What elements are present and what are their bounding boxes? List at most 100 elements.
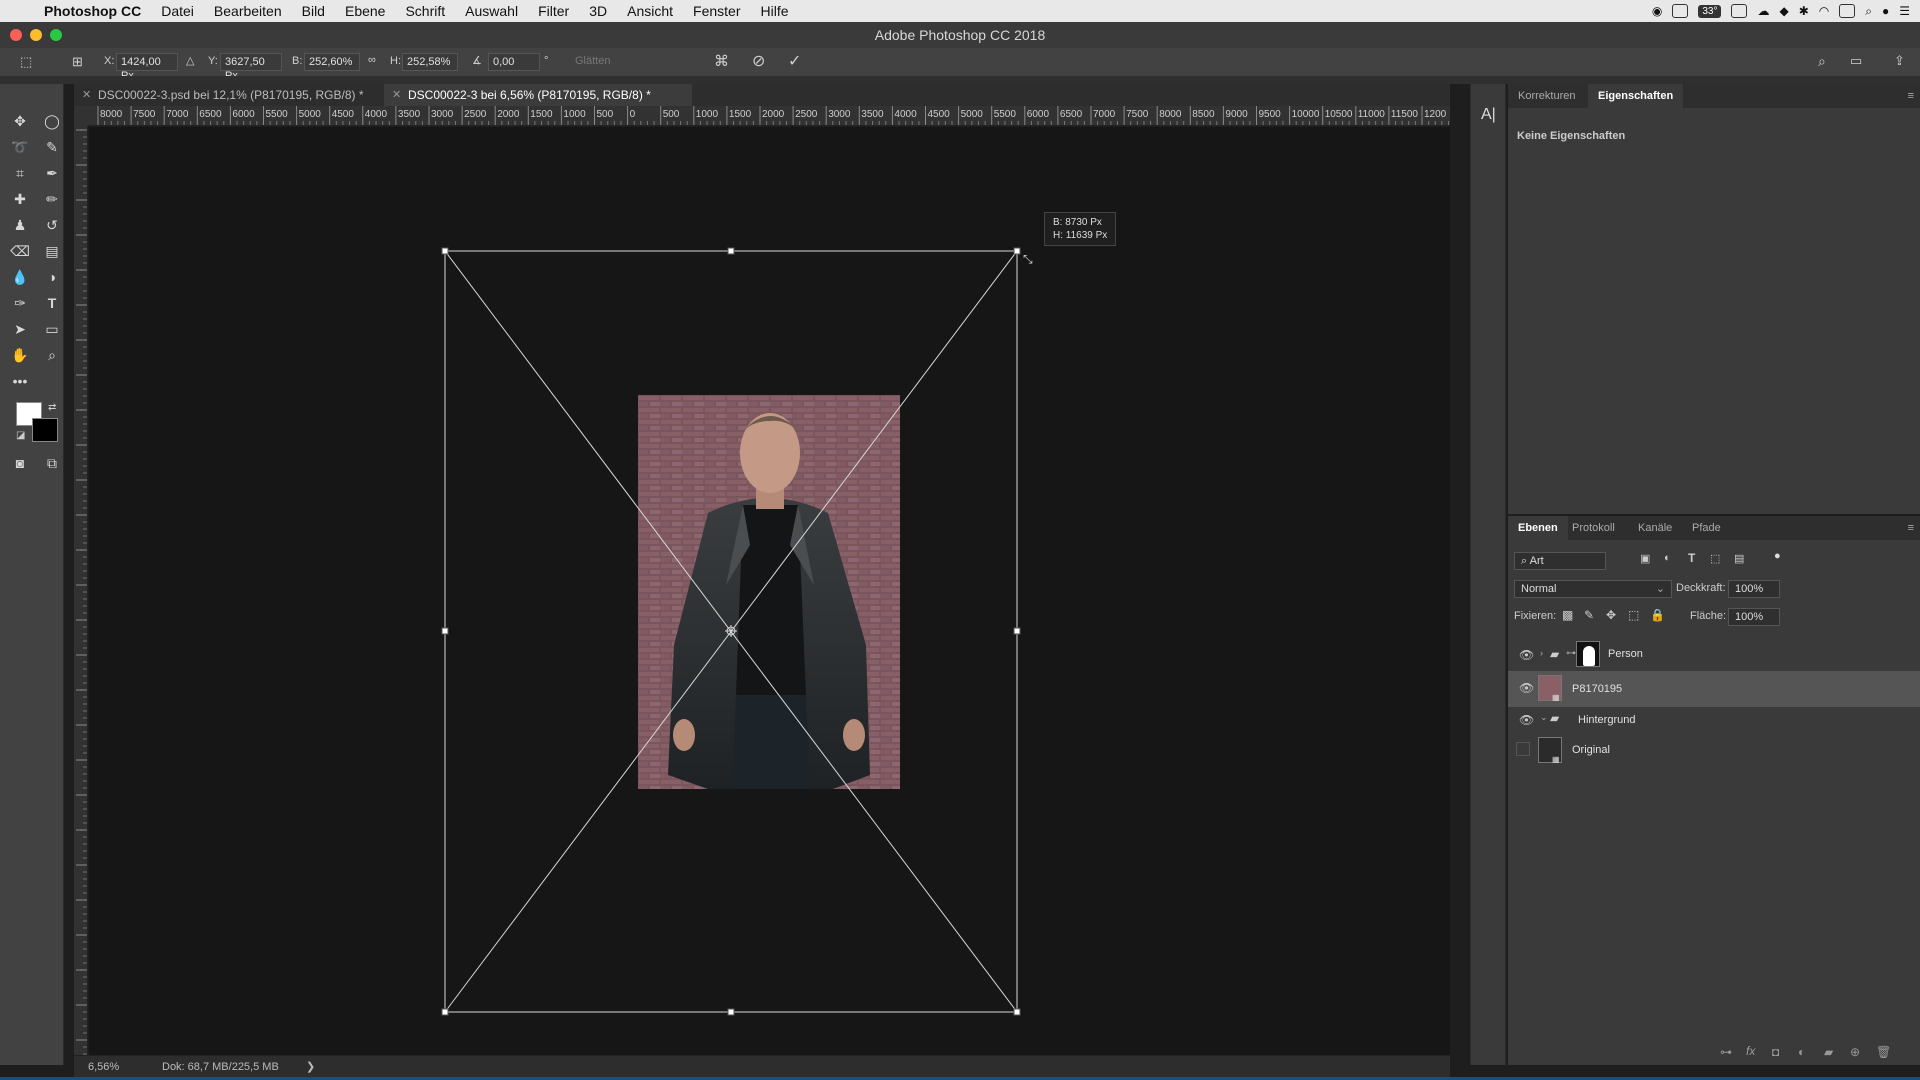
zoom-level[interactable]: 6,56% (88, 1056, 119, 1078)
background-color-swatch[interactable] (32, 418, 58, 442)
clone-stamp-icon[interactable]: ♟ (8, 214, 32, 236)
width-percent-field[interactable]: 252,60% (304, 53, 360, 71)
layer-name[interactable]: Person (1608, 638, 1643, 671)
link-icon[interactable]: ⊶ (1566, 648, 1576, 659)
path-selection-icon[interactable]: ➤ (8, 318, 32, 340)
notification-center-icon[interactable]: ☰ (1899, 4, 1910, 18)
filter-type-icon[interactable]: T (1688, 551, 1695, 565)
panel-menu-icon[interactable]: ≡ (1908, 522, 1914, 534)
character-panel-icon[interactable]: A| (1481, 106, 1496, 124)
transform-handle-top[interactable] (727, 247, 735, 255)
vertical-ruler[interactable] (74, 126, 88, 1055)
tab-eigenschaften[interactable]: Eigenschaften (1588, 84, 1684, 108)
pen-tool-icon[interactable]: ✑ (8, 292, 32, 314)
more-tools-icon[interactable]: ••• (8, 370, 32, 392)
filter-adjustment-icon[interactable]: ◐ (1664, 552, 1671, 564)
status-menu-arrow[interactable]: ❯ (306, 1056, 315, 1078)
zoom-window-button[interactable] (50, 29, 62, 41)
lock-artboard-icon[interactable]: ⬚ (1628, 608, 1639, 622)
type-tool-icon[interactable]: T (40, 292, 64, 314)
quick-selection-icon[interactable]: ✎ (40, 136, 64, 158)
eraser-icon[interactable]: ⌫ (8, 240, 32, 262)
transform-handle-top-left[interactable] (441, 247, 449, 255)
y-position-field[interactable]: 3627,50 Px (220, 53, 282, 82)
dodge-tool-icon[interactable]: ◑ (40, 266, 64, 288)
layer-row-original[interactable]: ▦ Original (1508, 733, 1920, 767)
filter-smart-object-icon[interactable]: ▤ (1734, 552, 1744, 565)
commit-transform-icon[interactable]: ✓ (788, 51, 801, 71)
collapse-arrow-icon[interactable]: ⌄ (1540, 712, 1548, 723)
lasso-tool-icon[interactable]: ➰ (8, 136, 32, 158)
add-mask-icon[interactable]: ◘ (1772, 1045, 1779, 1059)
document-size-info[interactable]: Dok: 68,7 MB/225,5 MB (162, 1056, 279, 1078)
filter-shape-icon[interactable]: ⬚ (1710, 552, 1720, 565)
search-icon[interactable]: ⌕ (1818, 53, 1826, 70)
visibility-eye-icon[interactable]: 👁 (1519, 713, 1534, 727)
visibility-toggle-empty[interactable] (1516, 742, 1530, 756)
blur-tool-icon[interactable]: 💧 (8, 266, 32, 288)
close-tab-icon[interactable]: ✕ (82, 84, 91, 106)
menu-hilfe[interactable]: Hilfe (751, 3, 799, 19)
menu-3d[interactable]: 3D (579, 3, 617, 19)
transform-center-point[interactable] (725, 625, 737, 637)
menu-ebene[interactable]: Ebene (335, 3, 395, 19)
layer-style-icon[interactable]: fx (1746, 1044, 1755, 1058)
default-colors-icon[interactable]: ◪ (16, 430, 25, 441)
filter-pixel-icon[interactable]: ▣ (1640, 552, 1650, 565)
menu-bild[interactable]: Bild (292, 3, 335, 19)
height-percent-field[interactable]: 252,58% (402, 53, 458, 71)
quick-mask-icon[interactable]: ◙ (8, 452, 32, 474)
expand-arrow-icon[interactable]: › (1540, 648, 1543, 658)
lock-transparency-icon[interactable]: ▩ (1562, 608, 1573, 622)
x-position-field[interactable]: 1424,00 Px (116, 53, 178, 82)
free-transform-box[interactable]: ⤡ (89, 127, 1450, 1055)
layer-name[interactable]: P8170195 (1572, 671, 1622, 707)
new-group-icon[interactable]: ▰ (1824, 1045, 1833, 1059)
siri-icon[interactable]: ● (1882, 4, 1889, 18)
lock-position-icon[interactable]: ✥ (1606, 608, 1616, 622)
lock-pixels-icon[interactable]: ✎ (1584, 608, 1594, 622)
tab-protokoll[interactable]: Protokoll (1562, 516, 1625, 540)
blend-mode-dropdown[interactable]: Normal ⌄ (1514, 580, 1672, 598)
visibility-eye-icon[interactable]: 👁 (1519, 648, 1534, 662)
close-tab-icon[interactable]: ✕ (392, 84, 401, 106)
rotation-field[interactable]: 0,00 (488, 53, 540, 71)
history-brush-icon[interactable]: ↺ (40, 214, 64, 236)
record-icon[interactable]: ◉ (1652, 4, 1662, 18)
menu-bearbeiten[interactable]: Bearbeiten (204, 3, 292, 19)
tab-korrekturen[interactable]: Korrekturen (1508, 84, 1585, 108)
transform-handle-top-right[interactable] (1013, 247, 1021, 255)
menu-filter[interactable]: Filter (528, 3, 579, 19)
menu-auswahl[interactable]: Auswahl (455, 3, 528, 19)
fill-field[interactable]: 100% (1728, 608, 1780, 626)
menu-ansicht[interactable]: Ansicht (617, 3, 683, 19)
tab-kanaele[interactable]: Kanäle (1628, 516, 1682, 540)
delete-layer-icon[interactable]: 🗑 (1876, 1045, 1891, 1059)
transform-handle-bottom-left[interactable] (441, 1008, 449, 1016)
link-layers-icon[interactable]: ⊶ (1720, 1045, 1732, 1059)
menu-fenster[interactable]: Fenster (683, 3, 750, 19)
share-icon[interactable]: ⇪ (1894, 53, 1905, 69)
opacity-field[interactable]: 100% (1728, 580, 1780, 598)
transform-tool-icon[interactable]: ⬚ (20, 54, 32, 70)
menu-datei[interactable]: Datei (151, 3, 204, 19)
reference-point-icon[interactable]: ⊞ (72, 54, 83, 70)
layer-filter-dropdown[interactable]: ⌕ Art (1514, 552, 1606, 570)
temperature-badge[interactable]: 33° (1698, 4, 1722, 18)
ruler-corner[interactable] (74, 106, 88, 126)
zoom-tool-icon[interactable]: ⌕ (40, 344, 64, 366)
spotlight-search-icon[interactable]: ⌕ (1865, 4, 1872, 19)
display-icon[interactable] (1731, 4, 1748, 18)
tab-pfade[interactable]: Pfade (1682, 516, 1731, 540)
battery-icon[interactable] (1839, 4, 1856, 18)
close-window-button[interactable] (10, 29, 22, 41)
swap-colors-icon[interactable]: ⇄ (48, 402, 56, 413)
wifi-icon[interactable]: ◠ (1819, 4, 1829, 18)
lock-all-icon[interactable]: 🔒 (1650, 608, 1665, 622)
brush-tool-icon[interactable]: ✏ (40, 188, 64, 210)
bluetooth-icon[interactable]: ✱ (1799, 4, 1809, 18)
eyedropper-icon[interactable]: ✒ (40, 162, 64, 184)
crop-tool-icon[interactable]: ⌗ (8, 162, 32, 184)
panel-menu-icon[interactable]: ≡ (1908, 90, 1914, 102)
menu-app-name[interactable]: Photoshop CC (34, 3, 151, 19)
